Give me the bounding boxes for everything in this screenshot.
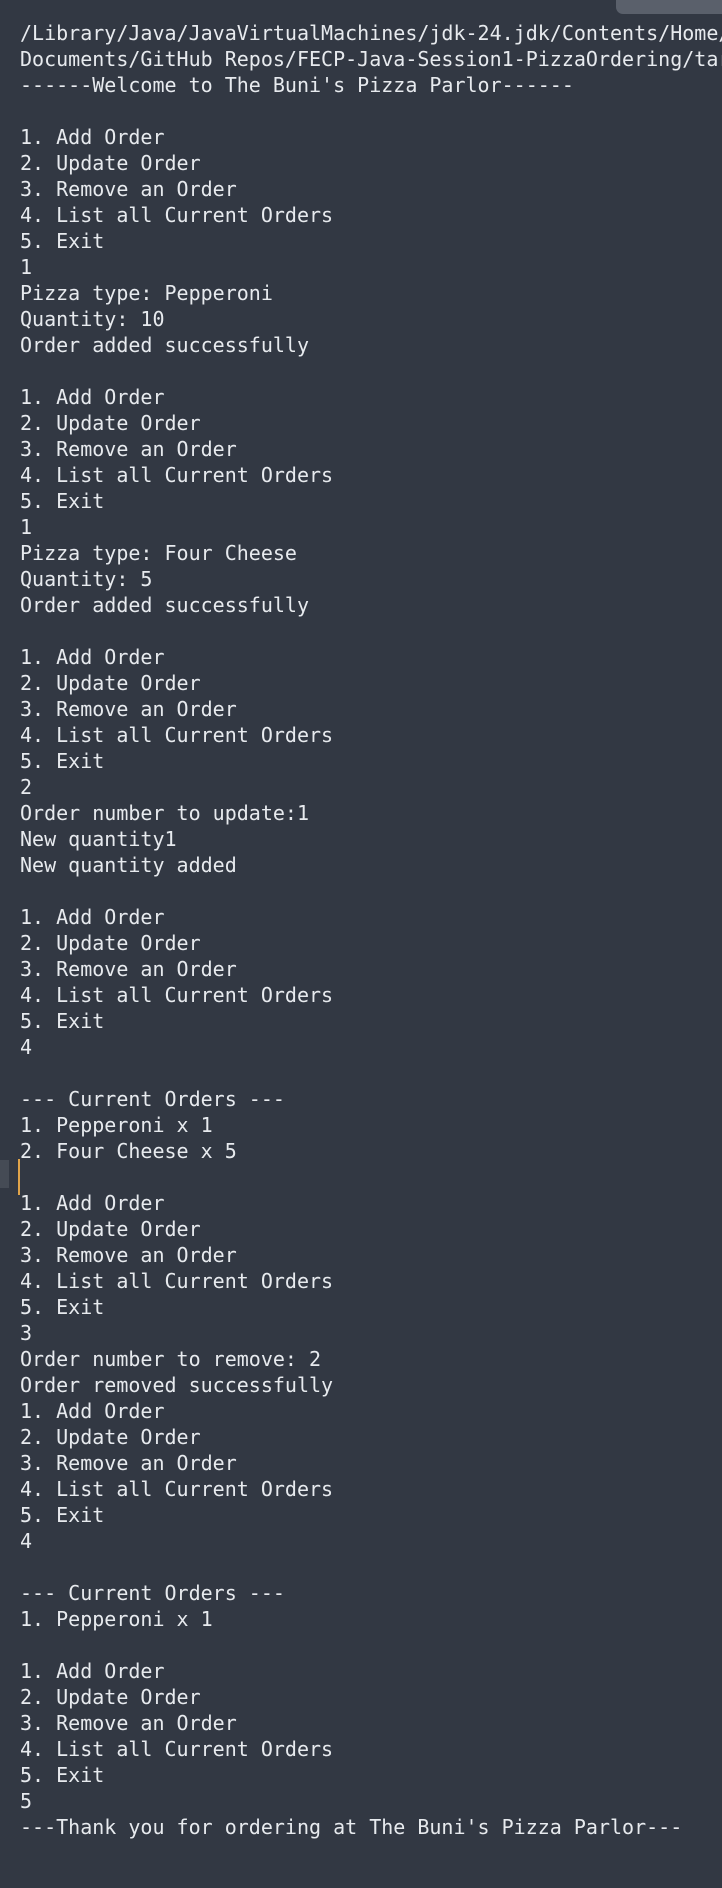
console-line: Pizza type: Four Cheese [20,541,297,565]
console-line: New quantity added [20,853,237,877]
console-line: 1. Add Order [20,385,165,409]
console-line: 4 [20,1529,33,1553]
console-line: 2. Update Order [20,931,201,955]
console-line: 3. Remove an Order [20,1243,237,1267]
console-line: 1. Add Order [20,1191,165,1215]
console-line: 4. List all Current Orders [20,203,334,227]
console-line: 2. Update Order [20,151,201,175]
console-line: Order number to remove: 2 [20,1347,322,1371]
console-line: 3. Remove an Order [20,1451,237,1475]
console-line: 4. List all Current Orders [20,983,334,1007]
console-line: 2. Update Order [20,1425,201,1449]
console-line: 5. Exit [20,489,105,513]
console-line: 2. Update Order [20,671,201,695]
console-text[interactable]: /Library/Java/JavaVirtualMachines/jdk-24… [20,20,722,1840]
console-line: New quantity1 [20,827,177,851]
console-line: 1. Add Order [20,645,165,669]
console-line: 1. Add Order [20,1399,165,1423]
console-line: 1. Pepperoni x 1 [20,1607,213,1631]
console-line: 5. Exit [20,1763,105,1787]
console-line: 5. Exit [20,1009,105,1033]
console-line: ------Welcome to The Buni's Pizza Parlor… [20,73,574,97]
console-line: --- Current Orders --- [20,1581,285,1605]
console-line: 3. Remove an Order [20,1711,237,1735]
console-line: 4. List all Current Orders [20,723,334,747]
console-line: 5. Exit [20,749,105,773]
console-line: 2. Update Order [20,1685,201,1709]
console-output-panel[interactable]: /Library/Java/JavaVirtualMachines/jdk-24… [0,0,722,1888]
console-line: ---Thank you for ordering at The Buni's … [20,1815,683,1839]
console-line: Quantity: 5 [20,567,153,591]
console-line: 2. Update Order [20,1217,201,1241]
console-line: 4. List all Current Orders [20,1269,334,1293]
console-line: 4. List all Current Orders [20,1737,334,1761]
horizontal-scrollbar-thumb[interactable] [616,0,722,14]
console-line: 4. List all Current Orders [20,1477,334,1501]
console-line: 3 [20,1321,33,1345]
console-line: 3. Remove an Order [20,957,237,981]
console-line: Order added successfully [20,593,309,617]
console-line: Pizza type: Pepperoni [20,281,273,305]
console-line: 1 [20,515,33,539]
console-line: 5. Exit [20,229,105,253]
console-line: 2. Four Cheese x 5 [20,1139,237,1163]
console-line: Order number to update:1 [20,801,309,825]
console-line: 1. Add Order [20,125,165,149]
console-line: 5. Exit [20,1295,105,1319]
console-line: 1. Add Order [20,905,165,929]
console-line: 5. Exit [20,1503,105,1527]
console-line: 3. Remove an Order [20,177,237,201]
console-line: 2. Update Order [20,411,201,435]
console-line: 1 [20,255,33,279]
console-line: 5 [20,1789,33,1813]
console-line: Quantity: 10 [20,307,165,331]
console-line: Order added successfully [20,333,309,357]
gutter-marker [0,1160,9,1188]
console-line: Order removed successfully [20,1373,334,1397]
console-line: 4. List all Current Orders [20,463,334,487]
console-line: 3. Remove an Order [20,697,237,721]
console-line: 1. Add Order [20,1659,165,1683]
console-line: 1. Pepperoni x 1 [20,1113,213,1137]
console-line: --- Current Orders --- [20,1087,285,1111]
console-line: 3. Remove an Order [20,437,237,461]
console-line: /Library/Java/JavaVirtualMachines/jdk-24… [20,21,722,45]
console-line: 2 [20,775,33,799]
console-line: 4 [20,1035,33,1059]
console-line: Documents/GitHub Repos/FECP-Java-Session… [20,47,722,71]
